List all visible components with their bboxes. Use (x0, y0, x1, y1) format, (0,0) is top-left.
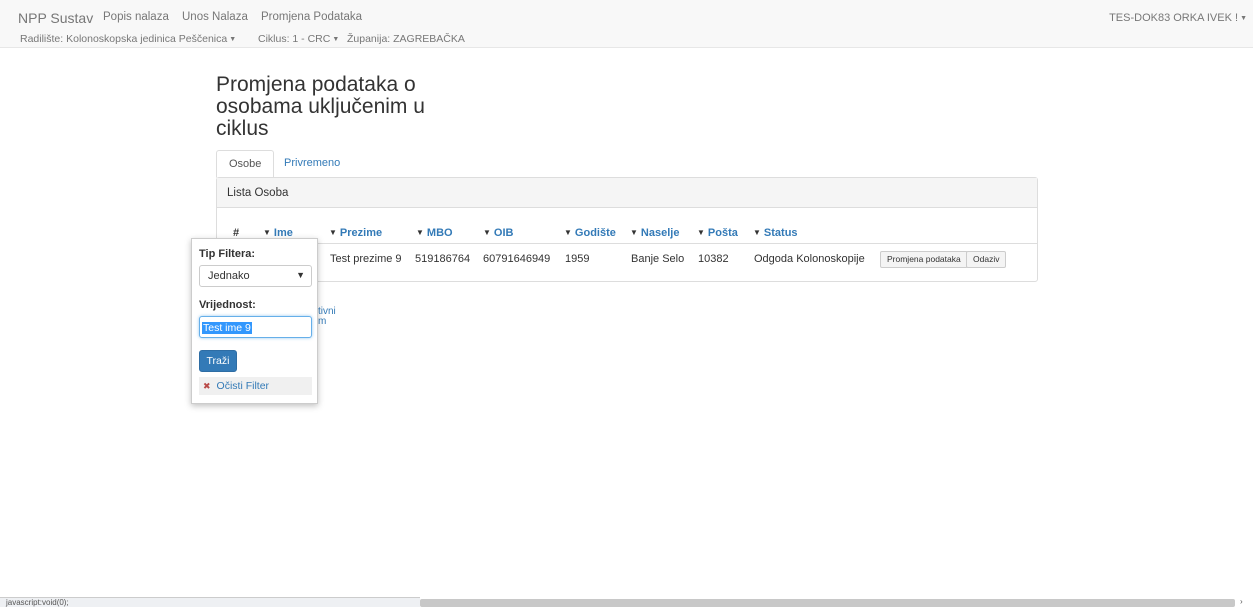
cell-status: Odgoda Kolonoskopije (754, 253, 865, 265)
tab-osobe[interactable]: Osobe (216, 150, 275, 178)
user-name: TES-DOK83 ORKA IVEK ! (1109, 12, 1239, 24)
filter-icon: ▼ (564, 228, 572, 237)
ciklus-dropdown[interactable]: Ciklus: 1 - CRC ▼ (258, 33, 339, 45)
cell-posta: 10382 (698, 253, 729, 265)
page-title: Promjena podataka o osobama uključenim u… (216, 73, 425, 140)
filter-icon: ▼ (416, 228, 424, 237)
row-divider (217, 243, 1037, 244)
nav-popis-nalaza[interactable]: Popis nalaza (103, 11, 169, 23)
trazi-button[interactable]: Traži (199, 350, 237, 372)
col-header-godiste-label: Godište (574, 227, 616, 239)
col-header-prezime-label: Prezime (339, 227, 383, 239)
filter-type-label: Tip Filtera: (199, 248, 256, 260)
filter-icon: ▼ (263, 228, 271, 237)
panel-heading: Lista Osoba (217, 178, 1037, 208)
col-header-status-label: Status (763, 227, 798, 239)
caret-down-icon: ▼ (332, 36, 340, 43)
col-header-naselje-label: Naselje (640, 227, 680, 239)
caret-down-icon: ▼ (229, 36, 237, 43)
col-header-mbo-label: MBO (426, 227, 453, 239)
filter-value-input[interactable]: Test ime 9 (199, 316, 312, 338)
col-header-naselje[interactable]: ▼ Naselje (630, 227, 679, 239)
col-header-oib[interactable]: ▼ OIB (483, 227, 513, 239)
ocisti-filter-link[interactable]: ✖ Očisti Filter (199, 377, 312, 395)
lista-osoba-panel: Lista Osoba # ▼ Ime ▼ Prezime ▼ MBO ▼ OIB ▼ G… (216, 177, 1038, 282)
scroll-right-icon[interactable]: › (1240, 597, 1243, 606)
filter-popup: Tip Filtera: Jednako ▼ Vrijednost: Test … (191, 238, 318, 404)
tab-privremeno-iskljucene[interactable]: Privremeno isključene (272, 150, 352, 196)
radiliste-label: Radilište: Kolonoskopska jedinica Peščen… (20, 33, 228, 45)
hidden-link-fragment-2[interactable]: m (318, 316, 326, 327)
cell-godiste: 1959 (565, 253, 590, 265)
caret-down-icon: ▼ (296, 270, 305, 280)
brand[interactable]: NPP Sustav (18, 10, 93, 26)
col-header-godiste[interactable]: ▼ Godište (564, 227, 616, 239)
nav-promjena-podataka[interactable]: Promjena Podataka (261, 11, 362, 23)
cell-mbo: 519186764 (415, 253, 471, 265)
nav-unos-nalaza[interactable]: Unos Nalaza (182, 11, 248, 23)
navbar: NPP Sustav Popis nalaza Unos Nalaza Prom… (0, 0, 1253, 48)
filter-icon: ▼ (329, 228, 337, 237)
filter-icon: ▼ (697, 228, 705, 237)
filter-type-value: Jednako (208, 270, 250, 282)
filter-icon: ▼ (630, 228, 638, 237)
filter-icon: ▼ (753, 228, 761, 237)
ocisti-filter-label: Očisti Filter (216, 380, 270, 392)
radiliste-dropdown[interactable]: Radilište: Kolonoskopska jedinica Peščen… (20, 33, 236, 45)
odaziv-button[interactable]: Odaziv (966, 251, 1007, 268)
browser-status-bar: javascript:void(0); (0, 597, 420, 607)
filter-value-label: Vrijednost: (199, 299, 256, 311)
cell-prezime: Test prezime 9 (330, 253, 402, 265)
col-header-posta[interactable]: ▼ Pošta (697, 227, 738, 239)
col-header-posta-label: Pošta (707, 227, 738, 239)
caret-down-icon: ▼ (1240, 15, 1247, 22)
filter-value-text: Test ime 9 (202, 322, 252, 334)
cell-oib: 60791646949 (483, 253, 551, 265)
col-header-status[interactable]: ▼ Status (753, 227, 798, 239)
filter-icon: ▼ (483, 228, 491, 237)
col-header-mbo[interactable]: ▼ MBO (416, 227, 453, 239)
horizontal-scrollbar[interactable] (420, 599, 1235, 607)
col-header-oib-label: OIB (493, 227, 514, 239)
remove-filter-icon: ✖ (203, 381, 211, 391)
user-menu[interactable]: TES-DOK83 ORKA IVEK ! ▼ (1109, 12, 1247, 24)
ciklus-label: Ciklus: 1 - CRC (258, 33, 331, 45)
zupanija-label: Županija: ZAGREBAČKA (347, 33, 465, 45)
col-header-prezime[interactable]: ▼ Prezime (329, 227, 382, 239)
filter-type-select[interactable]: Jednako ▼ (199, 265, 312, 287)
cell-naselje: Banje Selo (631, 253, 685, 265)
promjena-podataka-button[interactable]: Promjena podataka (880, 251, 968, 268)
